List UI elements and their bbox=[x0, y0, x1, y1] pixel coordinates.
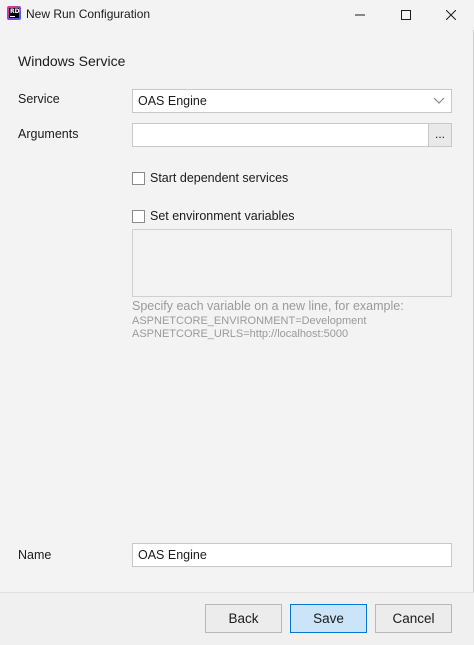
chevron-down-icon bbox=[433, 97, 445, 104]
save-button[interactable]: Save bbox=[290, 604, 367, 633]
service-selected-value: OAS Engine bbox=[138, 94, 207, 108]
start-dependent-services-label[interactable]: Start dependent services bbox=[150, 171, 288, 185]
rider-app-icon: RD bbox=[7, 6, 21, 20]
name-value: OAS Engine bbox=[138, 548, 207, 562]
maximize-button[interactable] bbox=[383, 0, 429, 30]
cancel-button[interactable]: Cancel bbox=[375, 604, 452, 633]
minimize-icon bbox=[355, 14, 365, 16]
arguments-browse-button[interactable]: ... bbox=[428, 123, 452, 147]
back-button[interactable]: Back bbox=[205, 604, 282, 633]
set-environment-variables-label[interactable]: Set environment variables bbox=[150, 209, 295, 223]
arguments-label: Arguments bbox=[18, 127, 79, 141]
arguments-input[interactable] bbox=[132, 123, 429, 147]
maximize-icon bbox=[401, 10, 411, 20]
set-environment-variables-checkbox[interactable] bbox=[132, 210, 145, 223]
close-button[interactable] bbox=[428, 0, 474, 30]
window-title: New Run Configuration bbox=[26, 7, 151, 21]
service-select[interactable]: OAS Engine bbox=[132, 89, 452, 113]
env-hint-line-2: ASPNETCORE_ENVIRONMENT=Development bbox=[132, 315, 367, 327]
section-title: Windows Service bbox=[18, 53, 126, 69]
close-icon bbox=[446, 10, 456, 20]
start-dependent-services-checkbox[interactable] bbox=[132, 172, 145, 185]
run-configuration-dialog: RD New Run Configuration Windows Service… bbox=[0, 0, 474, 645]
env-hint-line-1: Specify each variable on a new line, for… bbox=[132, 299, 404, 313]
environment-variables-textarea[interactable] bbox=[132, 229, 452, 297]
service-label: Service bbox=[18, 92, 60, 106]
env-hint-line-3: ASPNETCORE_URLS=http://localhost:5000 bbox=[132, 328, 349, 340]
title-bar[interactable]: RD New Run Configuration bbox=[0, 0, 474, 30]
minimize-button[interactable] bbox=[337, 0, 383, 30]
name-input[interactable]: OAS Engine bbox=[132, 543, 452, 567]
name-label: Name bbox=[18, 548, 52, 562]
